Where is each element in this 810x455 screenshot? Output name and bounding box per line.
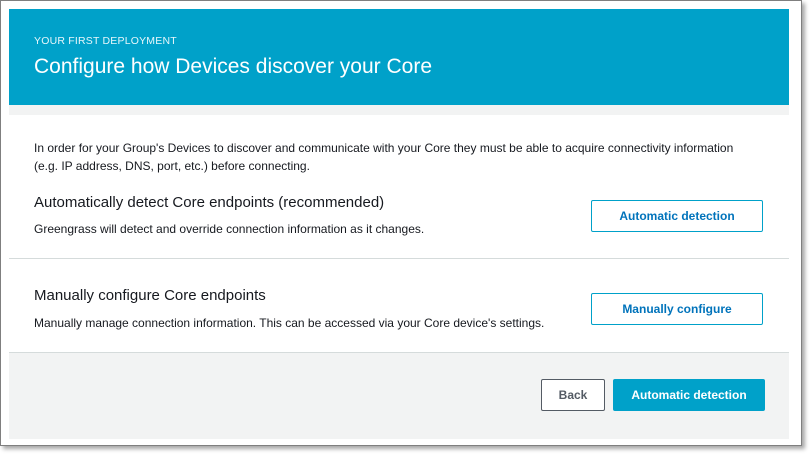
option-manual: Manually configure Core endpoints Manual… bbox=[9, 260, 789, 352]
option-manual-title: Manually configure Core endpoints bbox=[34, 287, 266, 304]
primary-automatic-detection-button[interactable]: Automatic detection bbox=[613, 379, 765, 411]
option-automatic: Automatically detect Core endpoints (rec… bbox=[9, 192, 789, 259]
page-title: Configure how Devices discover your Core bbox=[34, 55, 433, 78]
automatic-detection-button[interactable]: Automatic detection bbox=[591, 200, 763, 232]
back-button[interactable]: Back bbox=[541, 379, 605, 411]
footer-divider bbox=[9, 352, 789, 353]
option-manual-description: Manually manage connection information. … bbox=[34, 316, 545, 330]
option-automatic-title: Automatically detect Core endpoints (rec… bbox=[34, 194, 385, 211]
wizard-card: YOUR FIRST DEPLOYMENT Configure how Devi… bbox=[9, 9, 789, 439]
option-automatic-description: Greengrass will detect and override conn… bbox=[34, 222, 425, 236]
wizard-header: YOUR FIRST DEPLOYMENT Configure how Devi… bbox=[9, 9, 789, 105]
screenshot-frame: YOUR FIRST DEPLOYMENT Configure how Devi… bbox=[0, 0, 802, 446]
wizard-body: In order for your Group's Devices to dis… bbox=[9, 105, 789, 352]
manually-configure-button[interactable]: Manually configure bbox=[591, 293, 763, 325]
step-eyebrow: YOUR FIRST DEPLOYMENT bbox=[34, 35, 177, 47]
intro-text: In order for your Group's Devices to dis… bbox=[34, 141, 734, 173]
